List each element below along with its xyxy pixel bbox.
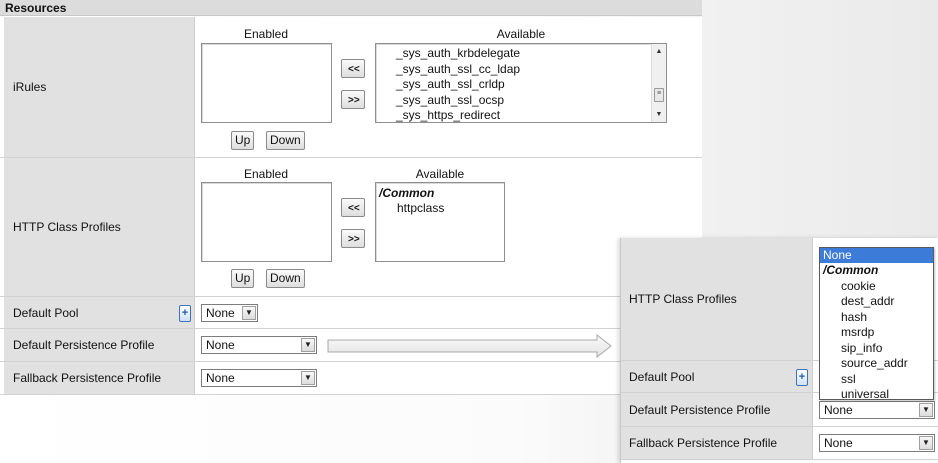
http-class-available-header: Available [415,167,465,181]
chevron-down-icon[interactable]: ▼ [242,306,256,320]
dropdown-option[interactable]: cookie [820,279,933,295]
irules-row: iRules Enabled Available << >> _sys_auth… [0,17,702,158]
http-class-enabled-list[interactable] [201,182,332,262]
zoom-fallback-persistence-label: Fallback Persistence Profile [621,427,813,459]
dropdown-group-label: /Common [823,263,879,277]
irules-enabled-list[interactable] [201,43,332,123]
list-item[interactable]: _sys_auth_krbdelegate [376,46,666,62]
dropdown-option[interactable]: dest_addr [820,294,933,310]
section-title: Resources [0,0,702,16]
dropdown-option[interactable]: hash [820,310,933,326]
http-class-move-left-button[interactable]: << [341,198,365,217]
http-class-enabled-header: Enabled [243,167,289,181]
zoomed-inset: HTTP Class Profiles Default Pool + Defau… [620,238,938,463]
irules-down-button[interactable]: Down [266,131,305,150]
fallback-persistence-selected: None [206,371,235,385]
scrollbar[interactable]: ▲ ≡ ▼ [651,44,666,122]
irules-move-right-button[interactable]: >> [341,90,365,109]
irules-available-list[interactable]: _sys_auth_krbdelegate _sys_auth_ssl_cc_l… [375,43,667,123]
zoom-default-persistence-select[interactable]: None ▼ [819,401,935,419]
zoom-fallback-persistence-selected: None [824,436,853,450]
default-persistence-label: Default Persistence Profile [4,329,195,361]
fallback-persistence-row: Fallback Persistence Profile None ▼ [0,362,702,395]
list-item[interactable]: _sys_https_redirect [376,108,666,122]
scroll-thumb[interactable]: ≡ [654,88,664,102]
dropdown-option-selected[interactable]: None [820,248,933,263]
http-class-row: HTTP Class Profiles Enabled Available <<… [0,158,702,297]
dropdown-option[interactable]: universal [820,387,933,403]
chevron-down-icon[interactable]: ▼ [301,338,315,352]
http-class-available-list[interactable]: /Common httpclass [375,182,505,262]
dropdown-option[interactable]: source_addr [820,356,933,372]
list-group-label: /Common [379,186,435,200]
irules-label: iRules [4,17,195,157]
list-item[interactable]: httpclass [376,201,504,216]
irules-up-button[interactable]: Up [231,131,255,150]
default-pool-label: Default Pool [4,297,195,328]
zoom-fallback-persistence-select[interactable]: None ▼ [819,434,935,452]
default-pool-row: Default Pool + None ▼ [0,297,702,329]
zoom-default-persistence-selected: None [824,403,853,417]
dropdown-option[interactable]: sip_info [820,341,933,357]
chevron-down-icon[interactable]: ▼ [919,436,933,450]
zoom-default-persistence-label: Default Persistence Profile [621,393,813,426]
default-pool-select[interactable]: None ▼ [201,304,258,322]
chevron-down-icon[interactable]: ▼ [919,403,933,417]
irules-move-left-button[interactable]: << [341,59,365,78]
default-persistence-selected: None [206,338,235,352]
list-item[interactable]: _sys_auth_ssl_crldp [376,77,666,93]
zoom-fallback-persistence-row: Fallback Persistence Profile None ▼ [621,427,938,460]
add-pool-button[interactable]: + [796,369,808,386]
pool-dropdown-list[interactable]: None /Common cookie dest_addr hash msrdp… [819,247,934,403]
dropdown-option[interactable]: ssl [820,372,933,388]
fallback-persistence-select[interactable]: None ▼ [201,369,317,387]
irules-value: Enabled Available << >> _sys_auth_krbdel… [195,17,702,157]
zoom-http-class-label: HTTP Class Profiles [621,238,813,360]
http-class-down-button[interactable]: Down [266,269,305,288]
right-arrow-icon [327,334,612,358]
http-class-up-button[interactable]: Up [231,269,255,288]
zoom-default-pool-label: Default Pool [621,361,813,392]
scroll-up-icon[interactable]: ▲ [652,45,666,58]
scroll-down-icon[interactable]: ▼ [652,108,666,121]
list-item[interactable]: _sys_auth_ssl_ocsp [376,93,666,109]
irules-available-header: Available [496,27,546,41]
list-item[interactable]: _sys_auth_ssl_cc_ldap [376,62,666,78]
http-class-move-right-button[interactable]: >> [341,229,365,248]
default-pool-selected: None [206,306,235,320]
dropdown-option[interactable]: msrdp [820,325,933,341]
fallback-persistence-label: Fallback Persistence Profile [4,362,195,394]
irules-enabled-header: Enabled [243,27,289,41]
default-persistence-select[interactable]: None ▼ [201,336,317,354]
zoom-fallback-persistence-value: None ▼ [813,427,938,459]
chevron-down-icon[interactable]: ▼ [301,371,315,385]
http-class-label: HTTP Class Profiles [4,158,195,296]
add-pool-button[interactable]: + [179,305,191,322]
